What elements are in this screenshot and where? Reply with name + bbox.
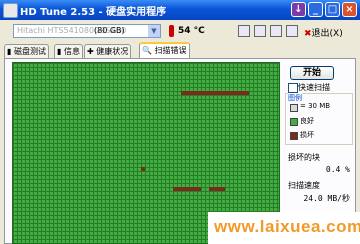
quick-scan-label: 快速扫描: [298, 83, 330, 92]
legend-size-label: = 30 MB: [300, 102, 331, 110]
save-icon[interactable]: [254, 25, 266, 37]
tab-info[interactable]: ▮ 信息: [54, 44, 83, 58]
exit-button[interactable]: ✖退出(X): [304, 26, 343, 39]
exit-label: 退出(X): [311, 29, 343, 39]
exit-icon: ✖: [304, 29, 312, 39]
damaged-blocks-value: 0.4 %: [325, 165, 350, 174]
tab-disk-test[interactable]: ▮ 磁盘测试: [4, 44, 49, 58]
save-as-icon[interactable]: [270, 25, 282, 37]
thermometer-icon: [169, 25, 174, 37]
drive-capacity: (80 GB): [94, 26, 125, 35]
temperature-readout: 54 °C: [178, 26, 205, 36]
minimize-button[interactable]: _: [308, 2, 323, 17]
start-button[interactable]: 开始: [290, 66, 334, 80]
watermark-text: www.laixuea.com: [214, 217, 360, 236]
chevron-down-icon[interactable]: ▼: [148, 25, 160, 37]
maximize-button[interactable]: □: [325, 2, 340, 17]
copy-icon[interactable]: [238, 25, 250, 37]
watermark: www.laixuea.com: [208, 212, 360, 244]
legend-box: 图例 = 30 MB 良好 损坏: [285, 93, 353, 145]
damaged-block: [173, 187, 201, 191]
legend-swatch-size: [290, 104, 298, 112]
down-arrow-button[interactable]: ↓: [291, 2, 306, 17]
legend-swatch-damaged: [290, 132, 298, 140]
drive-select[interactable]: Hitachi HTS541080G9SA00 (80 GB) ▼: [13, 24, 161, 38]
damaged-block: [141, 167, 145, 171]
scan-speed-value: 24.0 MB/秒: [303, 194, 350, 203]
quick-scan-checkbox[interactable]: [288, 83, 298, 93]
close-button[interactable]: ×: [342, 2, 357, 17]
tab-error-scan[interactable]: 🔍 扫描错误: [139, 42, 190, 59]
options-icon[interactable]: [286, 25, 298, 37]
title-bar: HD Tune 2.53 - 硬盘实用程序 ↓ _ □ ×: [0, 0, 360, 20]
scan-speed-label: 扫描速度: [288, 181, 320, 190]
app-icon: [3, 3, 18, 18]
damaged-block: [209, 187, 225, 191]
damaged-block: [181, 91, 249, 95]
legend-good-label: 良好: [300, 117, 314, 125]
tab-health[interactable]: ✚ 健康状况: [84, 44, 132, 58]
legend-damaged-label: 损坏: [300, 131, 314, 139]
legend-swatch-good: [290, 118, 298, 126]
window-title: HD Tune 2.53 - 硬盘实用程序: [20, 7, 167, 18]
damaged-blocks-label: 损坏的块: [288, 153, 320, 162]
